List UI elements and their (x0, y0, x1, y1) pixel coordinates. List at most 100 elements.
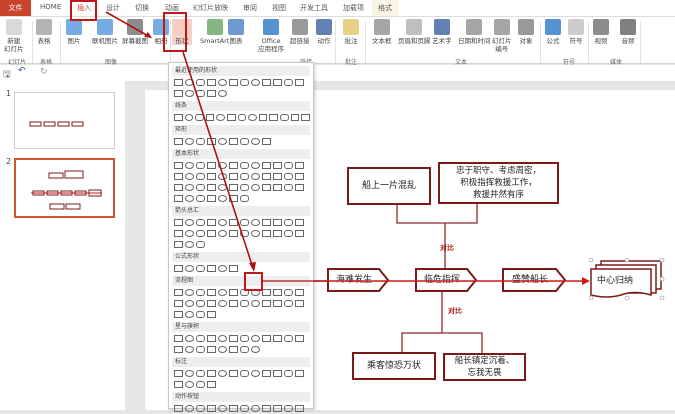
shape-option-icon[interactable] (251, 162, 260, 169)
shape-option-icon[interactable] (295, 79, 304, 86)
shape-option-icon[interactable] (196, 241, 205, 248)
shape-option-icon[interactable] (284, 173, 293, 180)
shape-option-icon[interactable] (262, 162, 271, 169)
shape-option-icon[interactable] (196, 311, 205, 318)
shape-option-icon[interactable] (295, 370, 304, 377)
shape-option-icon[interactable] (290, 114, 300, 121)
shape-option-icon[interactable] (218, 138, 227, 145)
shape-option-icon[interactable] (174, 114, 183, 121)
shape-option-icon[interactable] (196, 300, 205, 307)
shape-option-icon[interactable] (273, 289, 282, 296)
shape-option-icon[interactable] (218, 184, 227, 191)
shape-option-icon[interactable] (273, 405, 282, 412)
shape-option-icon[interactable] (229, 173, 238, 180)
shape-option-icon[interactable] (295, 300, 304, 307)
shape-option-icon[interactable] (248, 114, 257, 121)
shape-option-icon[interactable] (196, 265, 205, 272)
shape-option-icon[interactable] (185, 405, 194, 412)
shape-option-icon[interactable] (207, 195, 216, 202)
shape-option-icon[interactable] (185, 300, 194, 307)
shape-option-icon[interactable] (229, 335, 238, 342)
shape-option-icon[interactable] (273, 370, 282, 377)
shape-option-icon[interactable] (251, 370, 260, 377)
shape-option-icon[interactable] (295, 173, 304, 180)
shape-option-icon[interactable] (295, 335, 304, 342)
shape-option-icon[interactable] (174, 90, 183, 97)
shape-option-icon[interactable] (185, 90, 194, 97)
shape-option-icon[interactable] (218, 90, 227, 97)
shape-option-icon[interactable] (240, 173, 249, 180)
shape-option-icon[interactable] (284, 370, 293, 377)
shape-option-icon[interactable] (262, 370, 271, 377)
shape-option-icon[interactable] (218, 162, 227, 169)
shape-option-icon[interactable] (295, 184, 304, 191)
shape-option-icon[interactable] (262, 289, 271, 296)
shape-option-icon[interactable] (196, 138, 205, 145)
shape-option-icon[interactable] (229, 184, 238, 191)
shape-option-icon[interactable] (262, 335, 271, 342)
shape-option-icon[interactable] (185, 346, 194, 353)
shape-option-icon[interactable] (218, 195, 227, 202)
shape-option-icon[interactable] (273, 219, 282, 226)
shape-option-icon[interactable] (207, 79, 216, 86)
shape-option-icon[interactable] (251, 230, 260, 237)
shape-option-icon[interactable] (251, 173, 260, 180)
shape-option-icon[interactable] (218, 230, 227, 237)
shape-option-icon[interactable] (196, 230, 205, 237)
shape-option-icon[interactable] (196, 90, 205, 97)
shape-option-icon[interactable] (284, 289, 293, 296)
shape-option-icon[interactable] (229, 346, 238, 353)
shape-option-icon[interactable] (218, 346, 227, 353)
shape-option-icon[interactable] (218, 79, 227, 86)
shape-option-icon[interactable] (251, 346, 260, 353)
shape-option-icon[interactable] (174, 230, 183, 237)
shape-option-icon[interactable] (196, 195, 205, 202)
shape-option-icon[interactable] (196, 370, 205, 377)
shape-option-icon[interactable] (273, 162, 282, 169)
shape-option-icon[interactable] (251, 184, 260, 191)
shape-option-icon[interactable] (207, 289, 216, 296)
shape-option-icon[interactable] (207, 311, 216, 318)
shape-option-icon[interactable] (218, 335, 227, 342)
shape-option-icon[interactable] (229, 195, 238, 202)
shape-option-icon[interactable] (240, 195, 249, 202)
shape-option-icon[interactable] (229, 230, 238, 237)
shape-option-icon[interactable] (196, 381, 205, 388)
shape-option-icon[interactable] (262, 219, 271, 226)
shape-option-icon[interactable] (174, 162, 183, 169)
shape-option-icon[interactable] (262, 79, 271, 86)
shape-option-icon[interactable] (174, 173, 183, 180)
shape-option-icon[interactable] (251, 138, 260, 145)
shape-option-icon[interactable] (185, 230, 194, 237)
shape-option-icon[interactable] (262, 300, 271, 307)
shape-option-icon[interactable] (251, 405, 260, 412)
shape-option-icon[interactable] (229, 79, 238, 86)
shape-option-icon[interactable] (229, 289, 238, 296)
shape-option-icon[interactable] (174, 195, 183, 202)
shape-option-icon[interactable] (185, 162, 194, 169)
shape-option-icon[interactable] (284, 335, 293, 342)
shape-option-icon[interactable] (229, 219, 238, 226)
shape-option-icon[interactable] (196, 346, 205, 353)
shape-option-icon[interactable] (240, 162, 249, 169)
shape-option-icon[interactable] (273, 184, 282, 191)
shape-option-icon[interactable] (207, 381, 216, 388)
shape-option-icon[interactable] (218, 289, 227, 296)
shape-option-icon[interactable] (218, 173, 227, 180)
shape-option-icon[interactable] (262, 230, 271, 237)
shape-option-icon[interactable] (273, 79, 282, 86)
shape-option-icon[interactable] (262, 173, 271, 180)
shape-option-icon[interactable] (207, 405, 216, 412)
shape-option-icon[interactable] (185, 370, 194, 377)
shape-option-icon[interactable] (284, 230, 293, 237)
shape-option-icon[interactable] (258, 114, 268, 121)
shape-option-icon[interactable] (196, 79, 205, 86)
shape-option-icon[interactable] (174, 381, 183, 388)
shape-option-icon[interactable] (218, 219, 227, 226)
shape-option-icon[interactable] (295, 405, 304, 412)
shape-option-icon[interactable] (295, 289, 304, 296)
shape-option-icon[interactable] (185, 241, 194, 248)
shape-option-icon[interactable] (196, 289, 205, 296)
shape-option-icon[interactable] (174, 311, 183, 318)
shape-option-icon[interactable] (262, 405, 271, 412)
